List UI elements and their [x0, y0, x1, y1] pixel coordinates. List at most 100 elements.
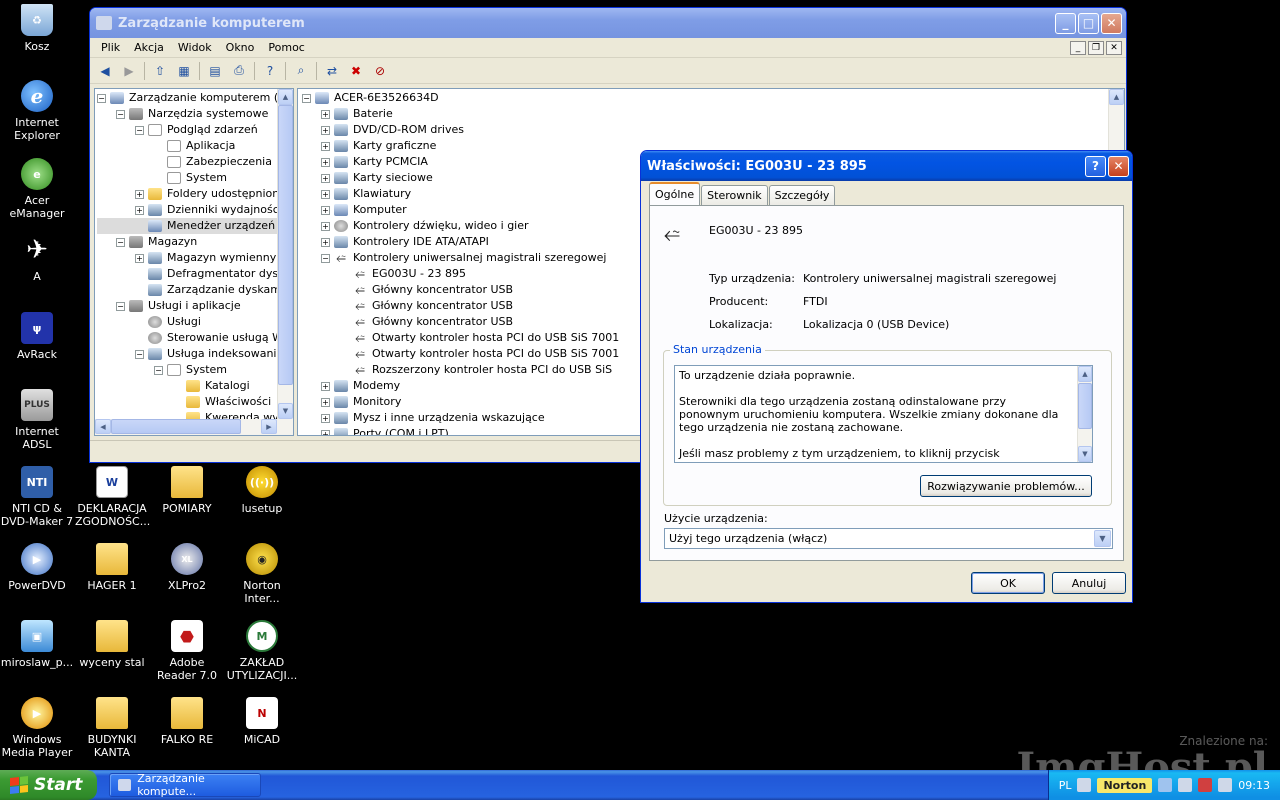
desktop-icon[interactable]: ⬣ Adobe Reader 7.0: [150, 620, 224, 682]
desktop-icon[interactable]: PLUS Internet ADSL: [0, 389, 74, 451]
desktop-icon[interactable]: M ZAKŁAD UTYLIZACJI...: [225, 620, 299, 682]
menu-akcja[interactable]: Akcja: [127, 41, 171, 54]
show-hide-tree-icon[interactable]: ▦: [175, 62, 193, 80]
scroll-left-arrow-icon[interactable]: ◀: [95, 419, 111, 434]
expand-icon[interactable]: +: [135, 253, 144, 263]
properties-icon[interactable]: ▤: [206, 62, 224, 80]
scroll-up-arrow-icon[interactable]: ▲: [1078, 366, 1092, 382]
tree-item[interactable]: − Usługi i aplikacje: [97, 298, 293, 314]
collapse-icon[interactable]: −: [135, 349, 144, 359]
start-button[interactable]: Start: [0, 770, 97, 800]
collapse-icon[interactable]: −: [116, 301, 125, 311]
disable-device-icon[interactable]: ⊘: [371, 62, 389, 80]
tree-item[interactable]: − ACER-6E3526634D: [302, 90, 1124, 106]
expand-icon[interactable]: +: [135, 205, 144, 215]
mdi-minimize-button[interactable]: _: [1070, 40, 1086, 55]
collapse-icon[interactable]: −: [135, 125, 144, 135]
scroll-up-arrow-icon[interactable]: ▲: [1109, 89, 1124, 105]
expand-icon[interactable]: +: [321, 157, 330, 167]
tab-ogolne[interactable]: Ogólne: [649, 182, 701, 205]
tree-item[interactable]: + DVD/CD-ROM drives: [302, 122, 1124, 138]
expand-icon[interactable]: +: [321, 109, 330, 119]
desktop-icon[interactable]: N MiCAD: [225, 697, 299, 746]
tab-sterownik[interactable]: Sterownik: [701, 185, 768, 205]
chevron-down-icon[interactable]: ▼: [1094, 530, 1111, 547]
desktop-icon[interactable]: ▶ PowerDVD: [0, 543, 74, 592]
tree-item[interactable]: Aplikacja: [97, 138, 293, 154]
scroll-up-arrow-icon[interactable]: ▲: [278, 89, 293, 105]
uninstall-icon[interactable]: ✖: [347, 62, 365, 80]
scan-hardware-icon[interactable]: ⌕: [292, 62, 310, 80]
collapse-icon[interactable]: −: [116, 109, 125, 119]
collapse-icon[interactable]: −: [116, 237, 125, 247]
tree-item[interactable]: + Dzienniki wydajności i aler: [97, 202, 293, 218]
device-status-text[interactable]: To urządzenie działa poprawnie. Sterowni…: [674, 365, 1093, 463]
desktop-icon[interactable]: e Internet Explorer: [0, 80, 74, 142]
volume-tray-icon[interactable]: [1218, 778, 1233, 792]
language-indicator[interactable]: PL: [1059, 779, 1072, 792]
keyboard-tray-icon[interactable]: [1077, 778, 1092, 792]
expand-icon[interactable]: +: [321, 429, 330, 435]
desktop-icon[interactable]: POMIARY: [150, 466, 224, 515]
expand-icon[interactable]: +: [321, 141, 330, 151]
taskbar-item-computer-management[interactable]: Zarządzanie kompute...: [109, 772, 261, 798]
expand-icon[interactable]: +: [321, 397, 330, 407]
left-horizontal-scrollbar[interactable]: ◀ ▶: [95, 419, 293, 435]
desktop-icon[interactable]: NTI NTI CD & DVD-Maker 7: [0, 466, 74, 528]
tree-item[interactable]: Katalogi: [97, 378, 293, 394]
expand-icon[interactable]: +: [321, 221, 330, 231]
collapse-icon[interactable]: −: [321, 253, 330, 263]
menu-okno[interactable]: Okno: [219, 41, 262, 54]
tab-szczegoly[interactable]: Szczegóły: [768, 185, 836, 205]
tree-item[interactable]: + Foldery udostępnione: [97, 186, 293, 202]
status-scroll-thumb[interactable]: [1078, 383, 1092, 429]
tree-item[interactable]: Usługi: [97, 314, 293, 330]
desktop-icon[interactable]: BUDYNKI KANTA: [75, 697, 149, 759]
device-usage-select[interactable]: Użyj tego urządzenia (włącz) ▼: [664, 528, 1113, 549]
network-tray-icon[interactable]: [1178, 778, 1193, 792]
mdi-close-button[interactable]: ✕: [1106, 40, 1122, 55]
h-scroll-thumb[interactable]: [111, 419, 241, 434]
desktop-icon[interactable]: e Acer eManager: [0, 158, 74, 220]
tree-item[interactable]: − Narzędzia systemowe: [97, 106, 293, 122]
help-button[interactable]: ?: [1085, 155, 1106, 177]
expand-icon[interactable]: +: [321, 173, 330, 183]
tree-item[interactable]: Zabezpieczenia: [97, 154, 293, 170]
close-button[interactable]: ✕: [1101, 12, 1122, 34]
menu-widok[interactable]: Widok: [171, 41, 219, 54]
menu-pomoc[interactable]: Pomoc: [261, 41, 311, 54]
print-icon[interactable]: ⎙: [230, 62, 248, 80]
maximize-button[interactable]: □: [1078, 12, 1099, 34]
tree-item[interactable]: System: [97, 170, 293, 186]
desktop-icon[interactable]: ▣ miroslaw_p...: [0, 620, 74, 669]
update-driver-icon[interactable]: ⇄: [323, 62, 341, 80]
desktop-icon[interactable]: ψ AvRack: [0, 312, 74, 361]
forward-arrow-icon[interactable]: ▶: [120, 62, 138, 80]
desktop-icon[interactable]: ♻ Kosz: [0, 4, 74, 53]
tree-item[interactable]: − Magazyn: [97, 234, 293, 250]
expand-icon[interactable]: +: [321, 237, 330, 247]
left-vertical-scrollbar[interactable]: ▲ ▼: [277, 89, 293, 419]
ok-button[interactable]: OK: [971, 572, 1045, 594]
security-tray-icon[interactable]: [1198, 778, 1213, 792]
collapse-icon[interactable]: −: [302, 93, 311, 103]
minimize-button[interactable]: _: [1055, 12, 1076, 34]
expand-icon[interactable]: +: [321, 413, 330, 423]
desktop-icon[interactable]: ✈ A: [0, 234, 74, 284]
main-titlebar[interactable]: Zarządzanie komputerem _ □ ✕: [90, 8, 1126, 38]
desktop-icon[interactable]: HAGER 1: [75, 543, 149, 592]
scroll-down-arrow-icon[interactable]: ▼: [278, 403, 293, 419]
troubleshoot-button[interactable]: Rozwiązywanie problemów...: [920, 475, 1092, 497]
tree-item[interactable]: − Usługa indeksowania: [97, 346, 293, 362]
tree-item[interactable]: + Magazyn wymienny: [97, 250, 293, 266]
clock[interactable]: 09:13: [1238, 779, 1270, 792]
help-icon[interactable]: ?: [261, 62, 279, 80]
tree-item[interactable]: Sterowanie usługą WMI: [97, 330, 293, 346]
tree-item[interactable]: Menedżer urządzeń: [97, 218, 293, 234]
tree-item[interactable]: − Zarządzanie komputerem (lokalne: [97, 90, 293, 106]
back-arrow-icon[interactable]: ◀: [96, 62, 114, 80]
scroll-down-arrow-icon[interactable]: ▼: [1078, 446, 1092, 462]
tree-item[interactable]: Zarządzanie dyskami: [97, 282, 293, 298]
tree-item[interactable]: + Baterie: [302, 106, 1124, 122]
collapse-icon[interactable]: −: [154, 365, 163, 375]
